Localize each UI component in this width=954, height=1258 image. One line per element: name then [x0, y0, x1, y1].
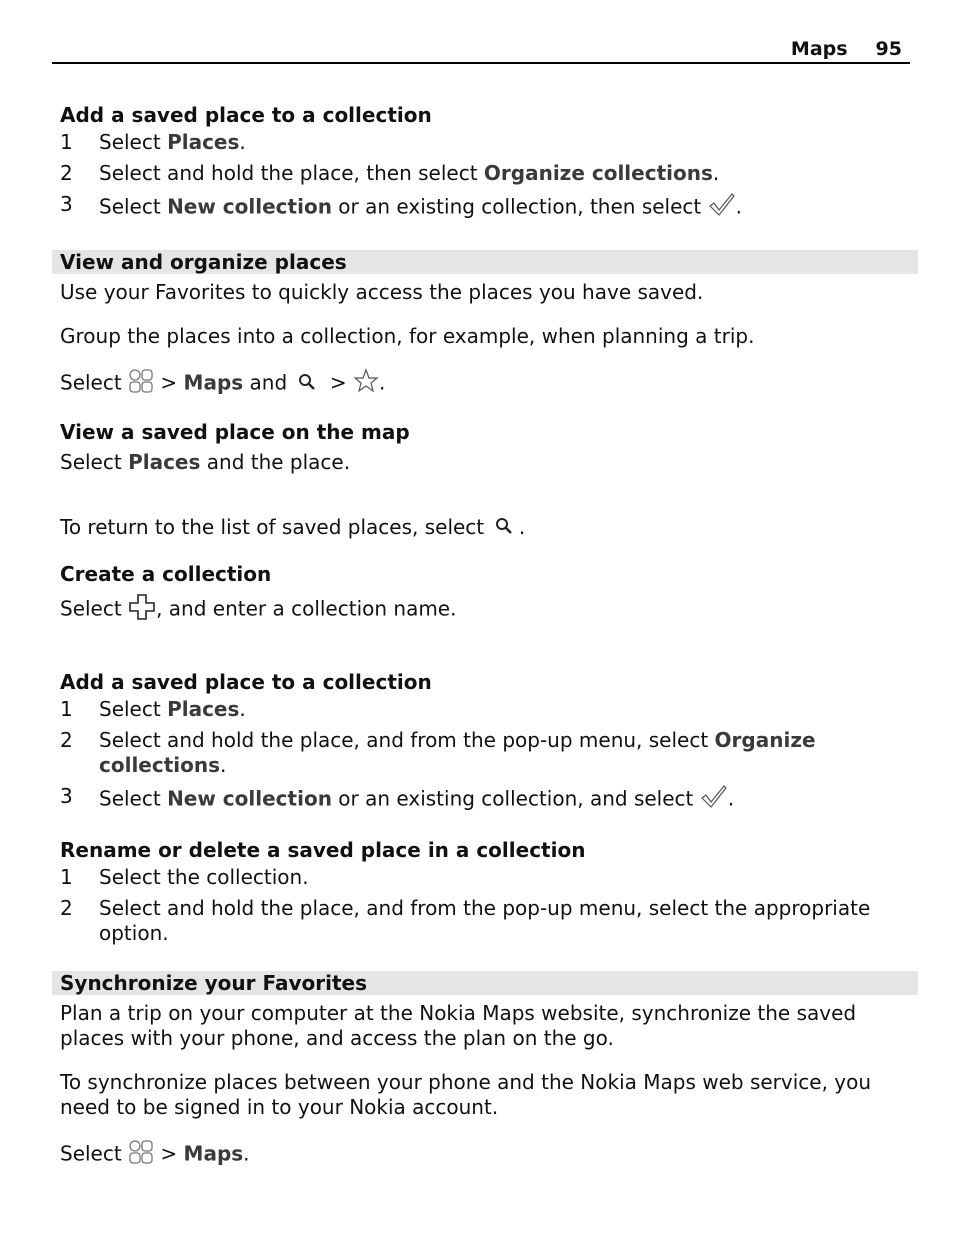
checkmark-icon [700, 784, 728, 816]
paragraph: Use your Favorites to quickly access the… [60, 280, 704, 304]
steps-rename-delete: 1 Select the collection. 2 Select and hold… [60, 865, 910, 946]
list-item: 2 Select and hold the place, and from the… [60, 896, 871, 945]
paragraph: Select , and enter a collection name. [60, 593, 910, 627]
heading-add-saved-place: Add a saved place to a collection [60, 103, 432, 127]
paragraph: Plan a trip on your computer at the Noki… [60, 1001, 857, 1050]
paragraph-select-path: Select > Maps and > . [60, 368, 910, 400]
list-item: 1 Select Places. [60, 130, 246, 154]
heading-create-collection: Create a collection [60, 562, 272, 586]
app-menu-icon [128, 368, 154, 400]
list-item: 3 Select New collection or an existing co… [60, 192, 910, 224]
paragraph: To return to the list of saved places, s… [60, 515, 526, 541]
page-header: Maps 95 [52, 36, 910, 64]
search-icon [298, 372, 316, 397]
search-icon [495, 516, 513, 541]
plus-icon [128, 593, 156, 627]
list-item: 3 Select New collection or an existing co… [60, 784, 910, 816]
page-number: 95 [875, 38, 902, 60]
section-heading-sync: Synchronize your Favorites [52, 971, 918, 995]
paragraph: Select Places and the place. [60, 450, 351, 474]
chapter-title: Maps [790, 38, 848, 60]
steps-add-saved-place: 1 Select Places. 2 Select and hold the pla… [60, 130, 910, 224]
paragraph: Group the places into a collection, for … [60, 324, 755, 348]
heading-rename-delete: Rename or delete a saved place in a coll… [60, 838, 586, 862]
checkmark-icon [708, 192, 736, 224]
list-item: 1 Select Places. [60, 697, 246, 721]
paragraph-select-path: Select > Maps. [60, 1139, 910, 1171]
section-heading-view-organize: View and organize places [52, 250, 918, 274]
app-menu-icon [128, 1139, 154, 1171]
list-item: 1 Select the collection. [60, 865, 309, 889]
list-item: 2 Select and hold the place, then select … [60, 161, 720, 185]
heading-add-saved-place-2: Add a saved place to a collection [60, 670, 432, 694]
heading-view-saved-place: View a saved place on the map [60, 420, 410, 444]
list-item: 2 Select and hold the place, and from the… [60, 728, 816, 777]
page-content: Add a saved place to a collection 1 Selec… [52, 103, 918, 1171]
star-icon [353, 368, 379, 400]
steps-add-saved-place-2: 1 Select Places. 2 Select and hold the pla… [60, 697, 910, 816]
paragraph: To synchronize places between your phone… [60, 1070, 872, 1119]
